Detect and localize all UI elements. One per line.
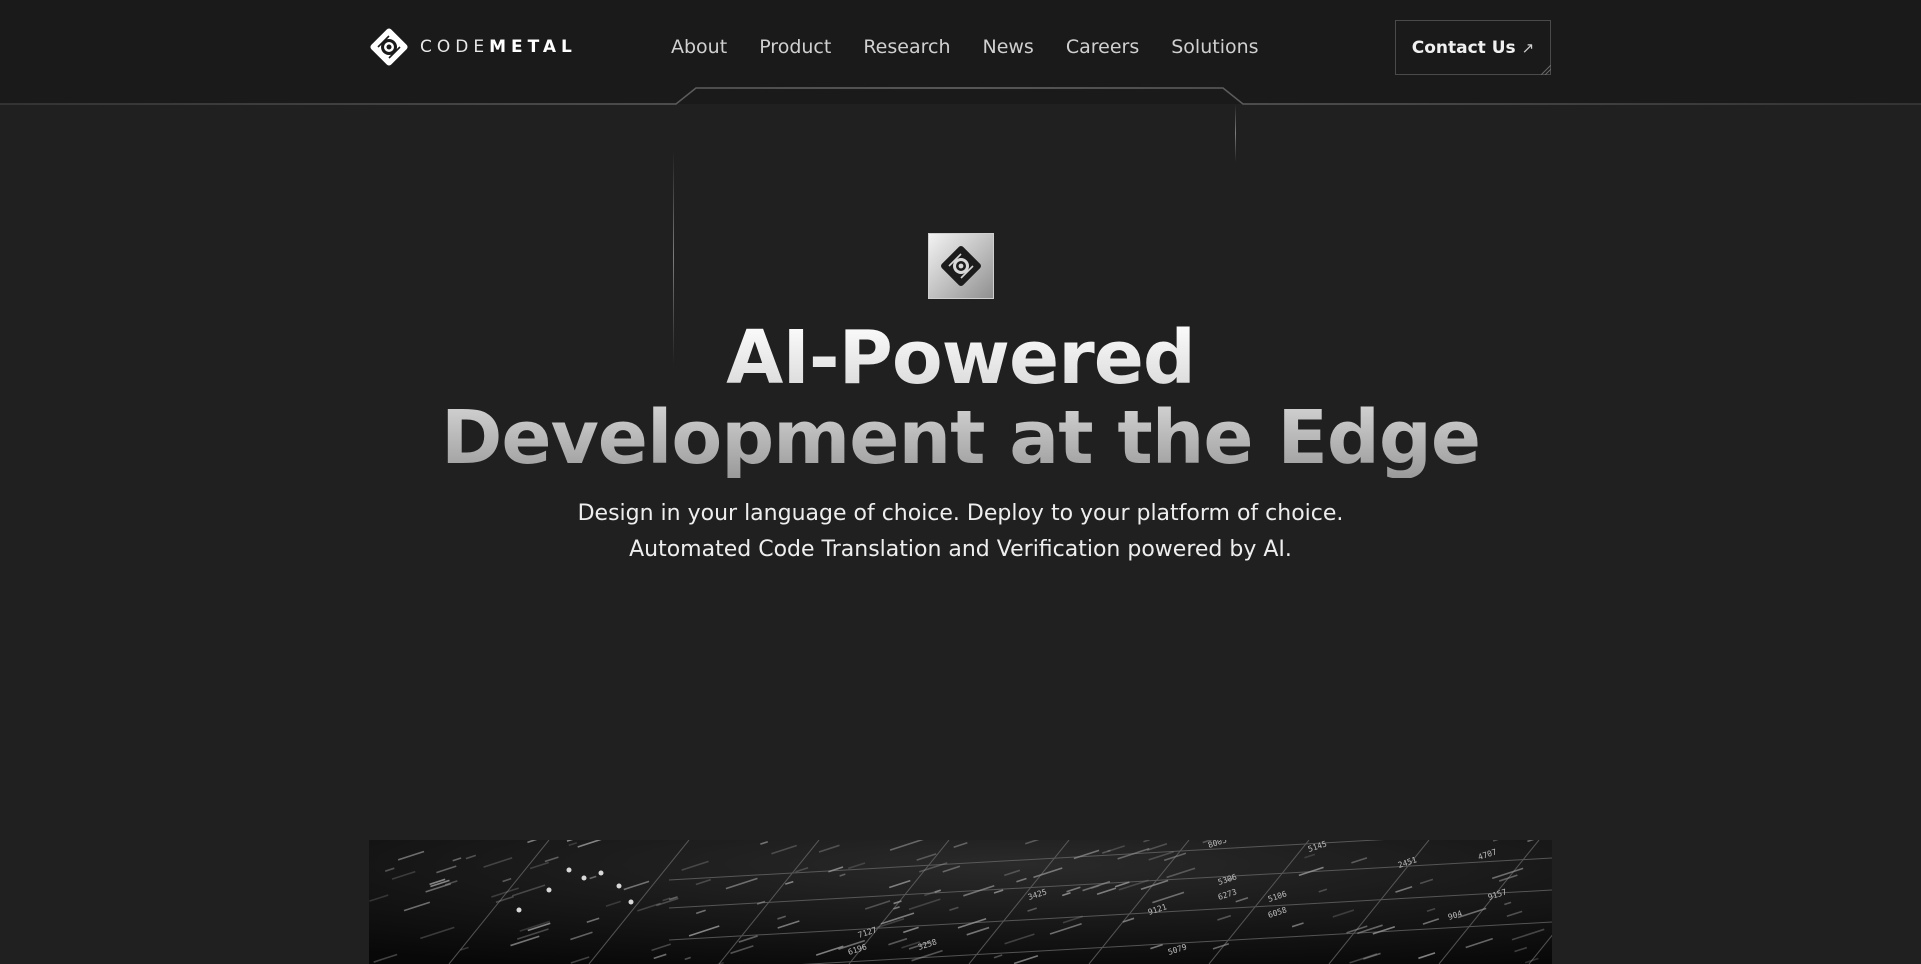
brand-wordmark: CODEMETAL — [420, 37, 577, 57]
codemetal-logo-icon — [370, 28, 408, 66]
brand-name-light: CODE — [420, 37, 490, 57]
data-grid-graphic: 8005 51453425470753066273912151066058 9049… — [369, 840, 1552, 964]
circuit-data-grid-image: 8005 5145 3425 4707 5306 6273 9121 5106 6058 904 9… — [369, 840, 1552, 964]
contact-us-label: Contact Us — [1411, 37, 1516, 58]
grid-dot — [581, 875, 587, 881]
nav-item-product[interactable]: Product — [759, 36, 831, 58]
hero-title: AI-Powered Development at the Edge — [0, 318, 1921, 478]
brand-name-bold: METAL — [489, 37, 577, 57]
page: CODEMETAL About Product Research News Ca… — [0, 0, 1921, 964]
hero-subtitle-line-1: Design in your language of choice. Deplo… — [577, 501, 1344, 526]
hero-title-line-1: AI-Powered — [726, 315, 1195, 401]
nav-item-research[interactable]: Research — [863, 36, 950, 58]
hero-logo-badge — [928, 233, 994, 299]
hero-subtitle: Design in your language of choice. Deplo… — [0, 496, 1921, 568]
nav-item-news[interactable]: News — [982, 36, 1033, 58]
grid-dot — [566, 867, 572, 873]
nav-item-about[interactable]: About — [671, 36, 727, 58]
corner-accent-icon — [1541, 65, 1551, 75]
grid-dot — [628, 899, 634, 905]
brand-logo[interactable]: CODEMETAL — [368, 26, 577, 68]
grid-dot — [516, 907, 522, 913]
main-nav: About Product Research News Careers Solu… — [671, 32, 1259, 62]
decorative-line-right — [1235, 104, 1236, 162]
grid-dot — [616, 883, 622, 889]
nav-item-careers[interactable]: Careers — [1066, 36, 1139, 58]
codemetal-logo-icon — [941, 246, 981, 286]
grid-dot — [598, 870, 604, 876]
hero-subtitle-line-2: Automated Code Translation and Verificat… — [629, 537, 1292, 562]
contact-us-button[interactable]: Contact Us ↗ — [1395, 20, 1551, 75]
arrow-up-right-icon: ↗ — [1521, 38, 1535, 57]
nav-item-solutions[interactable]: Solutions — [1171, 36, 1258, 58]
hero-title-line-2: Development at the Edge — [440, 395, 1481, 481]
grid-dot — [546, 887, 552, 893]
